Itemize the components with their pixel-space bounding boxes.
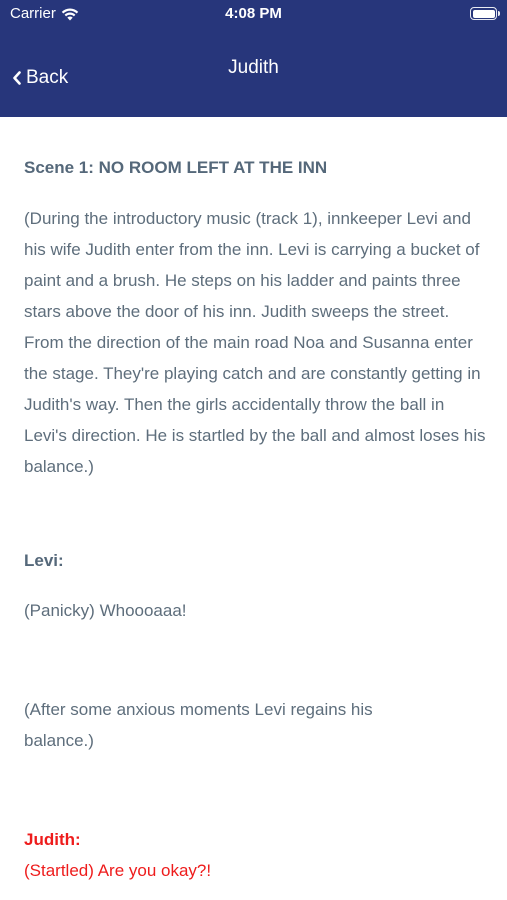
- battery-level: [472, 9, 495, 18]
- dialogue-judith: (Startled) Are you okay?!: [24, 861, 212, 880]
- battery-icon: [470, 7, 500, 20]
- speaker-judith: Judith:: [24, 830, 81, 849]
- scene-title: Scene 1: NO ROOM LEFT AT THE INN: [24, 158, 328, 177]
- stage-direction-2: (After some anxious moments Levi regains…: [24, 700, 373, 750]
- status-time: 4:08 PM: [225, 5, 282, 22]
- speaker-levi: Levi:: [24, 551, 64, 570]
- status-bar: Carrier 4:08 PM: [0, 0, 507, 30]
- stage-direction-intro: (During the introductory music (track 1)…: [24, 209, 486, 476]
- page-title: Judith: [228, 57, 279, 78]
- navigation-header: Carrier 4:08 PM Back Judith: [0, 0, 507, 117]
- dialogue-levi: (Panicky) Whoooaaa!: [24, 601, 187, 620]
